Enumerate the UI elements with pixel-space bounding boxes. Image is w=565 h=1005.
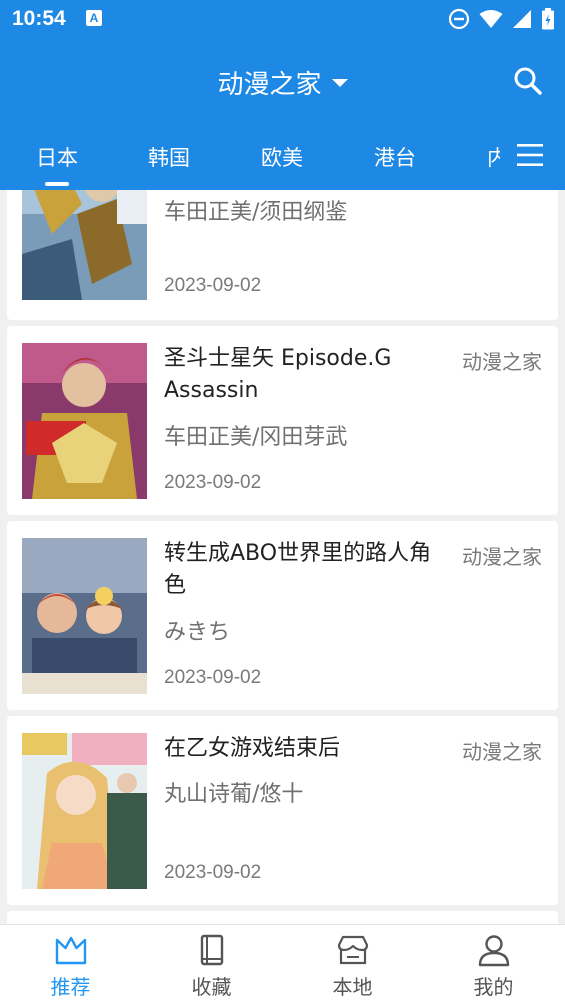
- nav-label: 本地: [332, 975, 373, 999]
- cover-image: [22, 343, 147, 499]
- nav-label: 推荐: [50, 975, 91, 999]
- comic-author: 丸山诗葡/悠十: [164, 782, 304, 807]
- menu-icon[interactable]: [517, 142, 543, 168]
- nav-favorites[interactable]: 收藏: [141, 925, 282, 1005]
- system-icons: [448, 8, 555, 30]
- comic-cover[interactable]: [22, 343, 147, 499]
- status-time: 10:54: [12, 7, 66, 30]
- caret-down-icon: [331, 78, 348, 87]
- tab-japan[interactable]: 日本: [36, 142, 78, 186]
- crown-icon: [55, 936, 86, 965]
- comic-author: 车田正美/冈田芽武: [164, 425, 348, 450]
- comic-card[interactable]: 在乙女游戏结束后 丸山诗葡/悠十 2023-09-02 动漫之家: [7, 716, 558, 905]
- nav-recommend[interactable]: 推荐: [0, 925, 141, 1005]
- tab-mainland[interactable]: 内地: [487, 142, 500, 172]
- book-icon: [200, 934, 223, 966]
- person-icon: [478, 935, 509, 967]
- comic-title: 转生成ABO世界里的路人角色: [164, 541, 432, 598]
- tab-hk-taiwan[interactable]: 港台: [374, 142, 416, 172]
- comic-card[interactable]: [7, 911, 558, 924]
- bottom-navigation: 推荐 收藏 本地 我的: [0, 924, 565, 1005]
- comic-source: 动漫之家: [462, 350, 542, 374]
- title-dropdown[interactable]: 动漫之家: [0, 64, 565, 101]
- search-icon[interactable]: [513, 66, 543, 96]
- comic-card[interactable]: 转生成ABO世界里的路人角色 みきち 2023-09-02 动漫之家: [7, 521, 558, 710]
- battery-icon: [542, 8, 554, 30]
- comic-author: みきち: [164, 620, 231, 645]
- comic-date: 2023-09-02: [164, 667, 262, 688]
- nav-label: 收藏: [191, 975, 232, 999]
- comic-source: 动漫之家: [462, 545, 542, 569]
- signal-icon: [513, 10, 531, 28]
- comic-card[interactable]: 圣斗士星矢 Episode.G Assassin 车田正美/冈田芽武 2023-…: [7, 326, 558, 515]
- comic-cover[interactable]: [22, 190, 147, 300]
- comic-cover[interactable]: [22, 538, 147, 694]
- do-not-disturb-icon: [448, 8, 470, 30]
- comic-title: 圣斗士星矢 Episode.G Assassin: [164, 346, 392, 403]
- comic-author: 车田正美/须田纲鉴: [164, 200, 348, 225]
- tab-europe-america[interactable]: 欧美: [261, 142, 303, 172]
- cover-image: [22, 538, 147, 694]
- comic-date: 2023-09-02: [164, 275, 262, 296]
- comic-cover[interactable]: [22, 733, 147, 889]
- cover-image: [22, 190, 147, 300]
- notification-icon: A: [86, 10, 102, 26]
- category-tabs: 日本 韩国 欧美 港台 内地: [0, 138, 500, 190]
- store-icon: [337, 935, 368, 965]
- wifi-icon: [479, 10, 503, 28]
- comic-list: 车田正美/须田纲鉴 2023-09-02 圣斗士星矢 Episode.G Ass…: [0, 190, 565, 924]
- comic-source: 动漫之家: [462, 740, 542, 764]
- nav-label: 我的: [473, 975, 514, 999]
- comic-date: 2023-09-02: [164, 862, 262, 883]
- comic-card[interactable]: 车田正美/须田纲鉴 2023-09-02: [7, 190, 558, 320]
- app-bar: 动漫之家 日本 韩国 欧美 港台 内地: [0, 38, 565, 190]
- app-title: 动漫之家: [217, 70, 322, 100]
- comic-date: 2023-09-02: [164, 472, 262, 493]
- comic-title: 在乙女游戏结束后: [164, 736, 341, 761]
- cover-image: [22, 733, 147, 889]
- nav-local[interactable]: 本地: [282, 925, 423, 1005]
- status-bar: 10:54 A: [0, 0, 565, 38]
- tab-korea[interactable]: 韩国: [148, 142, 190, 172]
- nav-mine[interactable]: 我的: [423, 925, 564, 1005]
